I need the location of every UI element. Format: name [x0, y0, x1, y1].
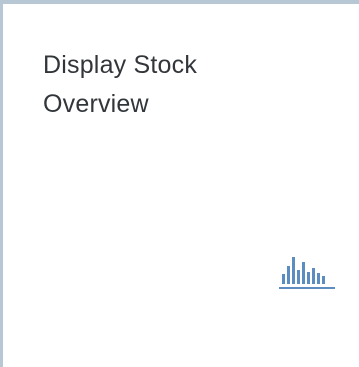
tile-title: Display Stock Overview — [43, 51, 198, 118]
bar-chart-icon — [279, 252, 335, 292]
launchpad-tile-display-stock-overview[interactable]: Display Stock Overview — [0, 0, 359, 367]
